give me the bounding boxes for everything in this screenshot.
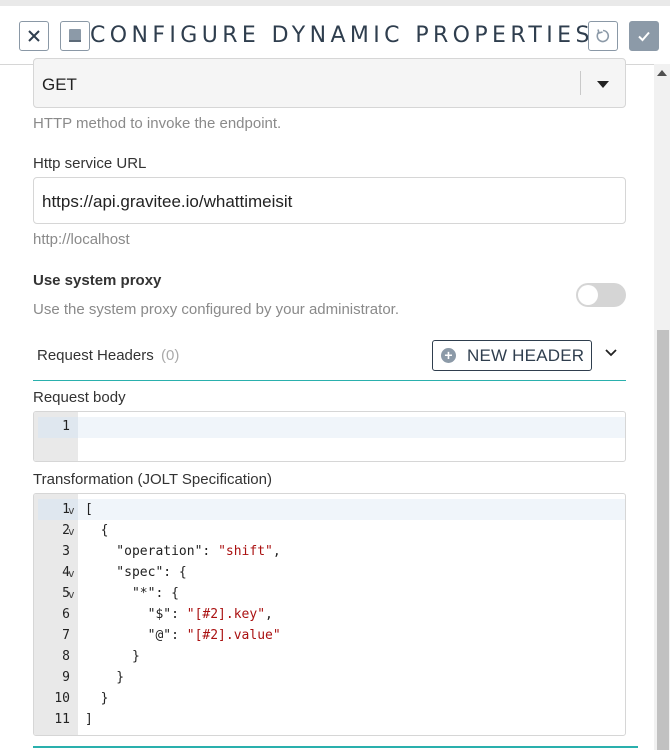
- code-string: "shift": [218, 544, 273, 559]
- check-icon: [638, 31, 650, 42]
- code-line: }: [85, 691, 109, 706]
- fold-icon[interactable]: v: [68, 504, 75, 517]
- line-number: 8: [62, 649, 70, 664]
- scroll-up-icon[interactable]: [657, 70, 667, 76]
- code-line: [: [85, 502, 93, 517]
- http-method-select[interactable]: GET: [33, 58, 626, 108]
- chevron-down-icon[interactable]: [604, 348, 618, 358]
- code-key: "$":: [85, 607, 187, 622]
- url-hint: http://localhost: [33, 231, 130, 248]
- http-method-value: GET: [42, 75, 77, 94]
- proxy-hint: Use the system proxy configured by your …: [33, 301, 399, 318]
- code-line: "spec": {: [85, 565, 187, 580]
- url-input[interactable]: https://api.gravitee.io/whattimeisit: [33, 177, 626, 224]
- reset-button[interactable]: [588, 21, 618, 51]
- request-body-label: Request body: [33, 389, 126, 406]
- code-string: "[#2].value": [186, 628, 281, 643]
- line-number: 4: [62, 565, 70, 580]
- line-number: 1: [62, 419, 70, 434]
- code-line: "$": "[#2].key",: [85, 607, 273, 622]
- toggle-knob: [578, 285, 598, 305]
- request-headers-count: (0): [161, 347, 180, 364]
- http-method-hint: HTTP method to invoke the endpoint.: [33, 115, 282, 132]
- line-number: 10: [54, 691, 70, 706]
- active-line: [78, 499, 625, 520]
- panel-icon: [69, 29, 81, 42]
- proxy-toggle[interactable]: [576, 283, 626, 307]
- code-line: ]: [85, 712, 93, 727]
- active-line: [78, 417, 625, 438]
- fold-icon[interactable]: v: [68, 588, 75, 601]
- close-button[interactable]: [19, 21, 49, 51]
- line-number: 11: [54, 712, 70, 727]
- request-headers-label: Request Headers: [37, 347, 154, 364]
- new-header-button[interactable]: + NEW HEADER: [432, 340, 592, 371]
- dialog-header: CONFIGURE DYNAMIC PROPERTIES: [0, 6, 670, 65]
- panel-toggle-button[interactable]: [60, 21, 90, 51]
- line-number: 3: [62, 544, 70, 559]
- code-key: "@":: [85, 628, 187, 643]
- section-divider: [33, 746, 638, 748]
- code-punct: ,: [265, 607, 273, 622]
- confirm-button[interactable]: [629, 21, 659, 51]
- fold-icon[interactable]: v: [68, 567, 75, 580]
- code-punct: ,: [272, 544, 281, 559]
- code-line: }: [85, 649, 140, 664]
- scrollbar-thumb[interactable]: [657, 330, 669, 750]
- code-line: "@": "[#2].value": [85, 628, 281, 643]
- jolt-editor[interactable]: 1 2 3 4 5 6 7 8 9 10 11 v v v v [ { "ope…: [33, 493, 626, 736]
- select-divider: [580, 71, 581, 95]
- code-key: "operation":: [85, 544, 219, 559]
- request-body-editor[interactable]: 1: [33, 411, 626, 462]
- close-icon: [28, 30, 40, 42]
- proxy-label: Use system proxy: [33, 272, 162, 289]
- dialog-title: CONFIGURE DYNAMIC PROPERTIES: [90, 23, 590, 48]
- line-number: 5: [62, 586, 70, 601]
- code-string: "[#2].key": [186, 607, 266, 622]
- code-line: "*": {: [85, 586, 179, 601]
- line-number: 2: [62, 523, 70, 538]
- plus-icon: +: [441, 348, 456, 363]
- line-number: 9: [62, 670, 70, 685]
- chevron-down-icon: [597, 81, 609, 88]
- line-number: 1: [62, 502, 70, 517]
- fold-icon[interactable]: v: [68, 525, 75, 538]
- new-header-label: NEW HEADER: [467, 346, 585, 365]
- code-line: "operation": "shift",: [85, 544, 281, 559]
- url-label: Http service URL: [33, 155, 147, 172]
- line-number: 7: [62, 628, 70, 643]
- url-value: https://api.gravitee.io/whattimeisit: [42, 192, 293, 211]
- transformation-label: Transformation (JOLT Specification): [33, 471, 272, 488]
- code-line: {: [85, 523, 109, 538]
- line-number: 6: [62, 607, 70, 622]
- code-line: }: [85, 670, 125, 685]
- reset-icon: [596, 29, 610, 43]
